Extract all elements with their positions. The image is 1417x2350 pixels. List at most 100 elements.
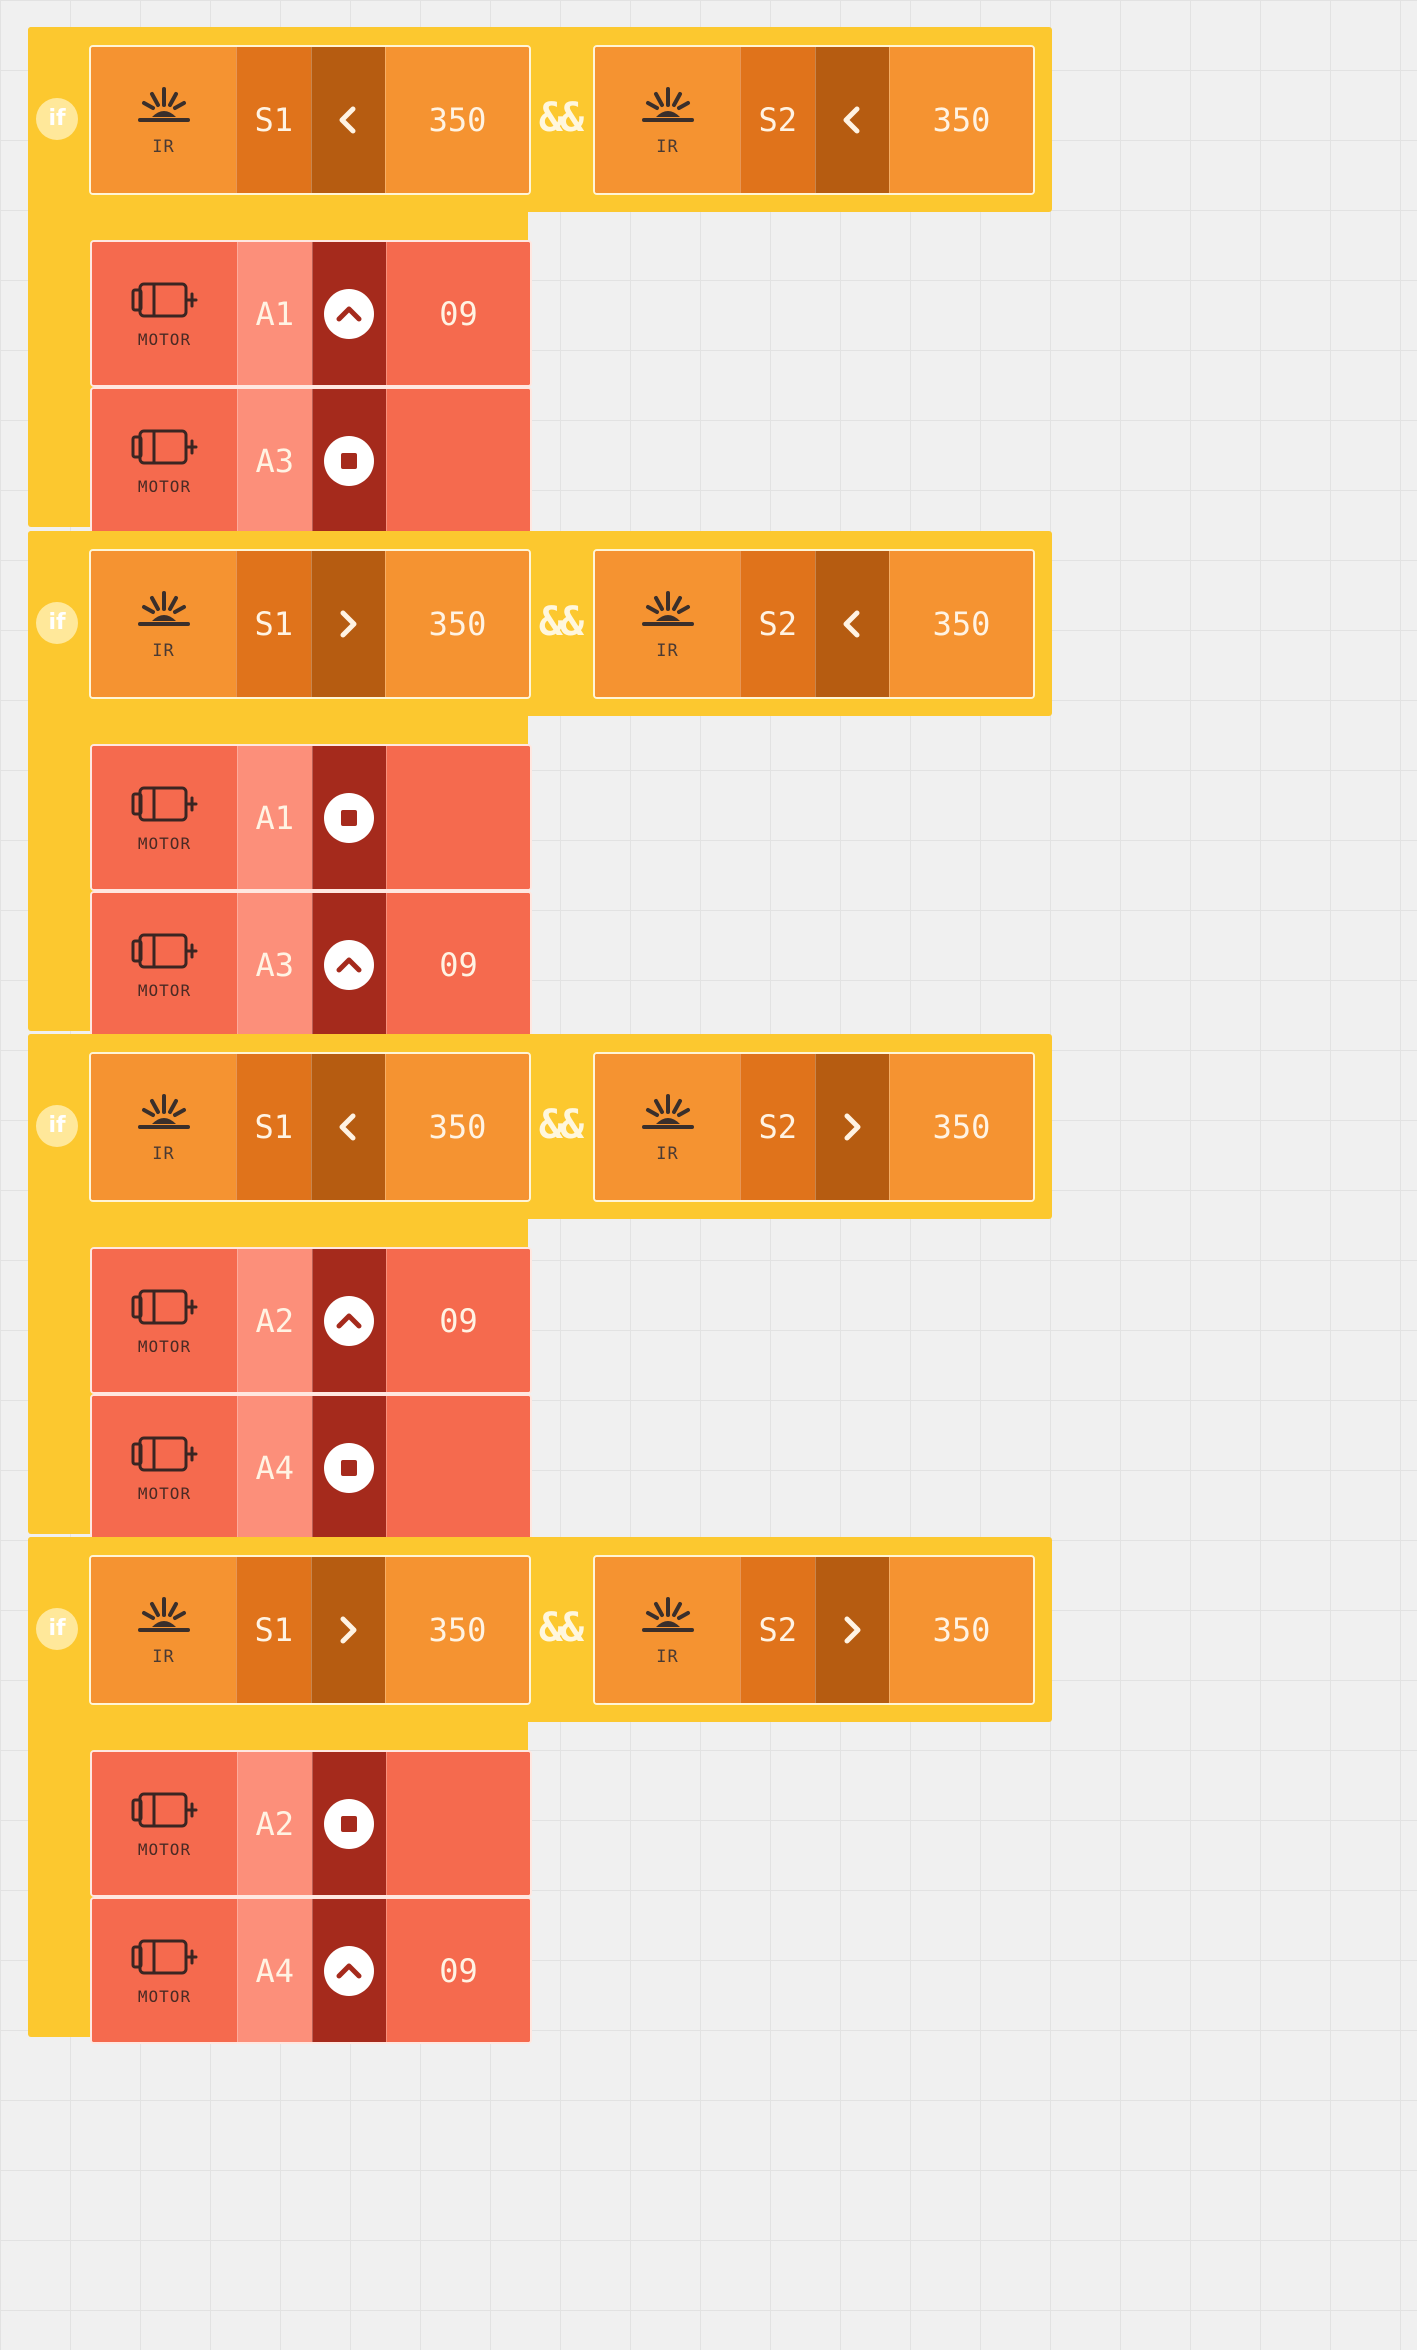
motor-type-cell[interactable]: MOTOR — [92, 893, 237, 1036]
sensor-port[interactable]: S2 — [740, 47, 815, 193]
and-operator[interactable]: && — [532, 1100, 588, 1150]
sensor-type-cell[interactable]: IR — [91, 551, 236, 697]
ir-condition[interactable]: IR S2 350 — [593, 549, 1035, 699]
chevron-right-icon — [340, 610, 357, 638]
compare-operator[interactable] — [310, 551, 385, 697]
motor-action[interactable] — [311, 1899, 386, 2042]
motor-type-cell[interactable]: MOTOR — [92, 389, 237, 532]
threshold-value[interactable]: 350 — [385, 551, 529, 697]
threshold-value[interactable]: 350 — [385, 47, 529, 193]
motor-speed[interactable]: 09 — [386, 893, 530, 1036]
motor-speed[interactable]: 09 — [386, 242, 530, 385]
motor-port[interactable]: A2 — [237, 1249, 312, 1392]
ir-condition[interactable]: IR S1 350 — [89, 1052, 531, 1202]
if-block[interactable]: if IR S1 350 IR S2 350 && MOTOR A2 MOTOR A4 09 — [28, 1537, 1052, 2044]
sensor-port[interactable]: S1 — [236, 1054, 311, 1200]
motor-block[interactable]: MOTOR A1 — [90, 744, 532, 891]
motor-icon — [131, 1792, 197, 1828]
chevron-up-icon — [324, 1945, 375, 1996]
motor-action[interactable] — [311, 1396, 386, 1539]
sensor-type-cell[interactable]: IR — [595, 551, 740, 697]
chevron-right-icon — [844, 1113, 861, 1141]
motor-type-cell[interactable]: MOTOR — [92, 746, 237, 889]
motor-block[interactable]: MOTOR A4 — [90, 1394, 532, 1541]
motor-speed[interactable] — [386, 746, 530, 889]
ir-condition[interactable]: IR S2 350 — [593, 45, 1035, 195]
threshold-value[interactable]: 350 — [889, 551, 1033, 697]
sensor-type-cell[interactable]: IR — [595, 1557, 740, 1703]
sensor-port[interactable]: S1 — [236, 1557, 311, 1703]
motor-type-cell[interactable]: MOTOR — [92, 1396, 237, 1539]
compare-operator[interactable] — [310, 1557, 385, 1703]
sensor-type-cell[interactable]: IR — [91, 47, 236, 193]
motor-port[interactable]: A3 — [237, 389, 312, 532]
motor-block[interactable]: MOTOR A2 09 — [90, 1247, 532, 1394]
sensor-port[interactable]: S1 — [236, 47, 311, 193]
sensor-port[interactable]: S2 — [740, 1557, 815, 1703]
compare-operator[interactable] — [814, 1054, 889, 1200]
sensor-type-cell[interactable]: IR — [595, 47, 740, 193]
motor-speed[interactable] — [386, 1752, 530, 1895]
threshold-value[interactable]: 350 — [889, 1557, 1033, 1703]
sensor-type-cell[interactable]: IR — [91, 1054, 236, 1200]
motor-block[interactable]: MOTOR A2 — [90, 1750, 532, 1897]
motor-speed[interactable]: 09 — [386, 1899, 530, 2042]
motor-action[interactable] — [311, 893, 386, 1036]
motor-speed[interactable]: 09 — [386, 1249, 530, 1392]
and-operator[interactable]: && — [532, 93, 588, 143]
sensor-port[interactable]: S1 — [236, 551, 311, 697]
if-block[interactable]: if IR S1 350 IR S2 350 && MOTOR A1 MOTOR A3 09 — [28, 531, 1052, 1038]
motor-type-cell[interactable]: MOTOR — [92, 1752, 237, 1895]
motor-action[interactable] — [311, 746, 386, 889]
motor-block[interactable]: MOTOR A1 09 — [90, 240, 532, 387]
compare-operator[interactable] — [310, 1054, 385, 1200]
ir-sensor-icon — [641, 591, 694, 626]
motor-action[interactable] — [311, 389, 386, 532]
chevron-up-icon — [324, 288, 375, 339]
threshold-value[interactable]: 350 — [889, 1054, 1033, 1200]
motor-port[interactable]: A1 — [237, 746, 312, 889]
motor-port[interactable]: A3 — [237, 893, 312, 1036]
compare-operator[interactable] — [814, 47, 889, 193]
ir-condition[interactable]: IR S1 350 — [89, 45, 531, 195]
compare-operator[interactable] — [310, 47, 385, 193]
sensor-type-cell[interactable]: IR — [91, 1557, 236, 1703]
if-block[interactable]: if IR S1 350 IR S2 350 && MOTOR A1 09 MOTOR A3 — [28, 27, 1052, 534]
motor-type-cell[interactable]: MOTOR — [92, 242, 237, 385]
motor-action[interactable] — [311, 242, 386, 385]
ir-condition[interactable]: IR S1 350 — [89, 549, 531, 699]
sensor-type-cell[interactable]: IR — [595, 1054, 740, 1200]
ir-condition[interactable]: IR S2 350 — [593, 1555, 1035, 1705]
threshold-value[interactable]: 350 — [385, 1557, 529, 1703]
sensor-port[interactable]: S2 — [740, 551, 815, 697]
compare-operator[interactable] — [814, 551, 889, 697]
sensor-port[interactable]: S2 — [740, 1054, 815, 1200]
motor-action[interactable] — [311, 1249, 386, 1392]
ir-condition[interactable]: IR S2 350 — [593, 1052, 1035, 1202]
motor-type-cell[interactable]: MOTOR — [92, 1249, 237, 1392]
threshold-value[interactable]: 350 — [385, 1054, 529, 1200]
and-operator[interactable]: && — [532, 597, 588, 647]
ir-sensor-icon — [137, 591, 190, 626]
motor-block[interactable]: MOTOR A4 09 — [90, 1897, 532, 2044]
compare-operator[interactable] — [814, 1557, 889, 1703]
motor-icon — [131, 786, 197, 822]
motor-port[interactable]: A1 — [237, 242, 312, 385]
motor-block[interactable]: MOTOR A3 09 — [90, 891, 532, 1038]
motor-action[interactable] — [311, 1752, 386, 1895]
chevron-right-icon — [844, 1616, 861, 1644]
motor-speed[interactable] — [386, 389, 530, 532]
motor-type-cell[interactable]: MOTOR — [92, 1899, 237, 2042]
stop-icon — [324, 792, 375, 843]
motor-port[interactable]: A2 — [237, 1752, 312, 1895]
ir-condition[interactable]: IR S1 350 — [89, 1555, 531, 1705]
and-operator[interactable]: && — [532, 1603, 588, 1653]
motor-label: MOTOR — [137, 330, 192, 349]
motor-port[interactable]: A4 — [237, 1396, 312, 1539]
motor-port[interactable]: A4 — [237, 1899, 312, 2042]
sensor-label: IR — [656, 1647, 679, 1667]
motor-speed[interactable] — [386, 1396, 530, 1539]
if-block[interactable]: if IR S1 350 IR S2 350 && MOTOR A2 09 MOTOR A4 — [28, 1034, 1052, 1541]
motor-block[interactable]: MOTOR A3 — [90, 387, 532, 534]
threshold-value[interactable]: 350 — [889, 47, 1033, 193]
